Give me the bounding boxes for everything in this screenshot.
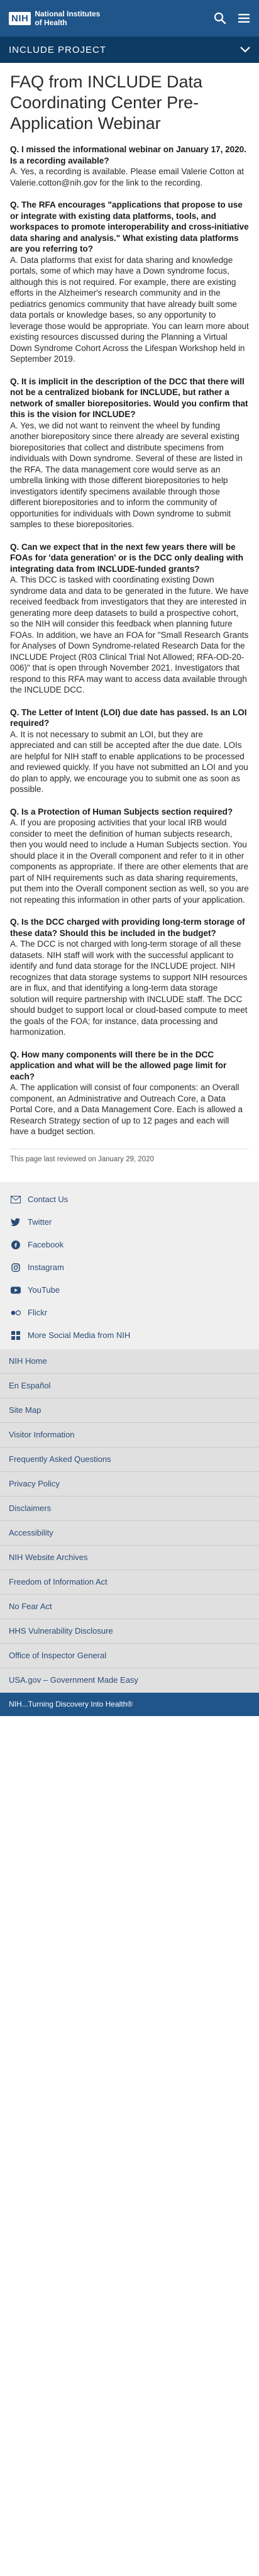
faq-item: Q. The Letter of Intent (LOI) due date h… [10,707,249,795]
footer-link[interactable]: Accessibility [0,1521,259,1546]
faq-item: Q. How many components will there be in … [10,1049,249,1137]
menu-icon[interactable] [238,12,250,25]
faq-question: Q. It is implicit in the description of … [10,376,248,420]
logo-text: National Institutes of Health [35,9,100,27]
social-links: Contact Us Twitter Facebook Instagram YouTub… [0,1181,259,1349]
faq-answer: A. The application will consist of four … [10,1083,243,1136]
faq-question: Q. Is the DCC charged with providing lon… [10,917,245,938]
instagram-icon [10,1262,21,1273]
grid-icon [10,1330,21,1341]
social-link-contact-us[interactable]: Contact Us [0,1188,259,1211]
social-link-youtube[interactable]: YouTube [0,1279,259,1302]
footer-link[interactable]: Visitor Information [0,1423,259,1447]
footer-tagline: NIH...Turning Discovery Into Health® [0,1692,259,1716]
page-title: FAQ from INCLUDE Data Coordinating Cente… [10,72,203,133]
faq-answer: A. It is not necessary to submit an LOI,… [10,729,248,795]
header-actions [214,12,250,25]
footer-link[interactable]: Office of Inspector General [0,1644,259,1668]
faq-answer: A. This DCC is tasked with coordinating … [10,575,249,694]
footer-link[interactable]: Disclaimers [0,1497,259,1521]
section-nav[interactable]: INCLUDE PROJECT [0,36,259,63]
facebook-icon [10,1239,21,1251]
faq-question: Q. Is a Protection of Human Subjects sec… [10,806,233,817]
footer-links: NIH Home En Español Site Map Visitor Inform… [0,1349,259,1693]
footer-link[interactable]: NIH Website Archives [0,1546,259,1570]
social-link-label: Facebook [28,1240,64,1249]
footer-link[interactable]: En Español [0,1374,259,1398]
logo-abbr: NIH [9,11,31,25]
faq-item: Q. It is implicit in the description of … [10,376,249,530]
youtube-icon [10,1285,21,1296]
faq-item: Q. I missed the informational webinar on… [10,144,249,188]
faq-answer: A. Yes, we did not want to reinvent the … [10,420,243,530]
social-link-label: Instagram [28,1263,64,1272]
top-header: NIH National Institutes of Health [0,0,259,36]
main-content: FAQ from INCLUDE Data Coordinating Cente… [0,63,259,1173]
faq-question: Q. The Letter of Intent (LOI) due date h… [10,707,247,728]
faq-question: Q. Can we expect that in the next few ye… [10,542,243,574]
faq-question: Q. The RFA encourages "applications that… [10,200,249,254]
social-link-more-social-media-from-nih[interactable]: More Social Media from NIH [0,1324,259,1347]
faq-answer: A. If you are proposing activities that … [10,818,249,905]
footer-link[interactable]: No Fear Act [0,1595,259,1619]
footer-link[interactable]: NIH Home [0,1349,259,1374]
faq-answer: A. The DCC is not charged with long-term… [10,939,248,1037]
social-link-twitter[interactable]: Twitter [0,1211,259,1234]
logo-line2: of Health [35,18,67,27]
chevron-down-icon[interactable] [240,45,250,55]
twitter-icon [10,1217,21,1228]
social-link-facebook[interactable]: Facebook [0,1234,259,1256]
faq-item: Q. Can we expect that in the next few ye… [10,542,249,696]
footer-link[interactable]: HHS Vulnerability Disclosure [0,1619,259,1644]
faq-question: Q. How many components will there be in … [10,1049,227,1081]
social-link-instagram[interactable]: Instagram [0,1256,259,1279]
social-link-label: Contact Us [28,1195,69,1204]
footer-link[interactable]: Freedom of Information Act [0,1570,259,1595]
flickr-icon [10,1307,21,1319]
faq-item: Q. Is a Protection of Human Subjects sec… [10,806,249,906]
social-link-label: Twitter [28,1217,52,1227]
social-link-label: YouTube [28,1285,60,1295]
social-link-label: More Social Media from NIH [28,1330,131,1340]
footer-link[interactable]: Frequently Asked Questions [0,1447,259,1472]
section-nav-label: INCLUDE PROJECT [9,44,107,55]
faq-item: Q. The RFA encourages "applications that… [10,199,249,365]
social-link-label: Flickr [28,1308,48,1317]
last-reviewed: This page last reviewed on January 29, 2… [10,1148,249,1163]
faq-item: Q. Is the DCC charged with providing lon… [10,917,249,1038]
logo-line1: National Institutes [35,9,101,18]
footer-link[interactable]: USA.gov – Government Made Easy [0,1668,259,1693]
footer-link[interactable]: Site Map [0,1398,259,1423]
faq-question: Q. I missed the informational webinar on… [10,145,246,165]
faq-answer: A. Data platforms that exist for data sh… [10,255,249,364]
social-link-flickr[interactable]: Flickr [0,1302,259,1324]
faq-list: Q. I missed the informational webinar on… [10,144,249,1137]
search-icon[interactable] [214,12,226,25]
envelope-icon [10,1194,21,1205]
footer-link[interactable]: Privacy Policy [0,1472,259,1497]
faq-answer: A. Yes, a recording is available. Please… [10,167,244,187]
nih-logo[interactable]: NIH National Institutes of Health [9,9,100,27]
